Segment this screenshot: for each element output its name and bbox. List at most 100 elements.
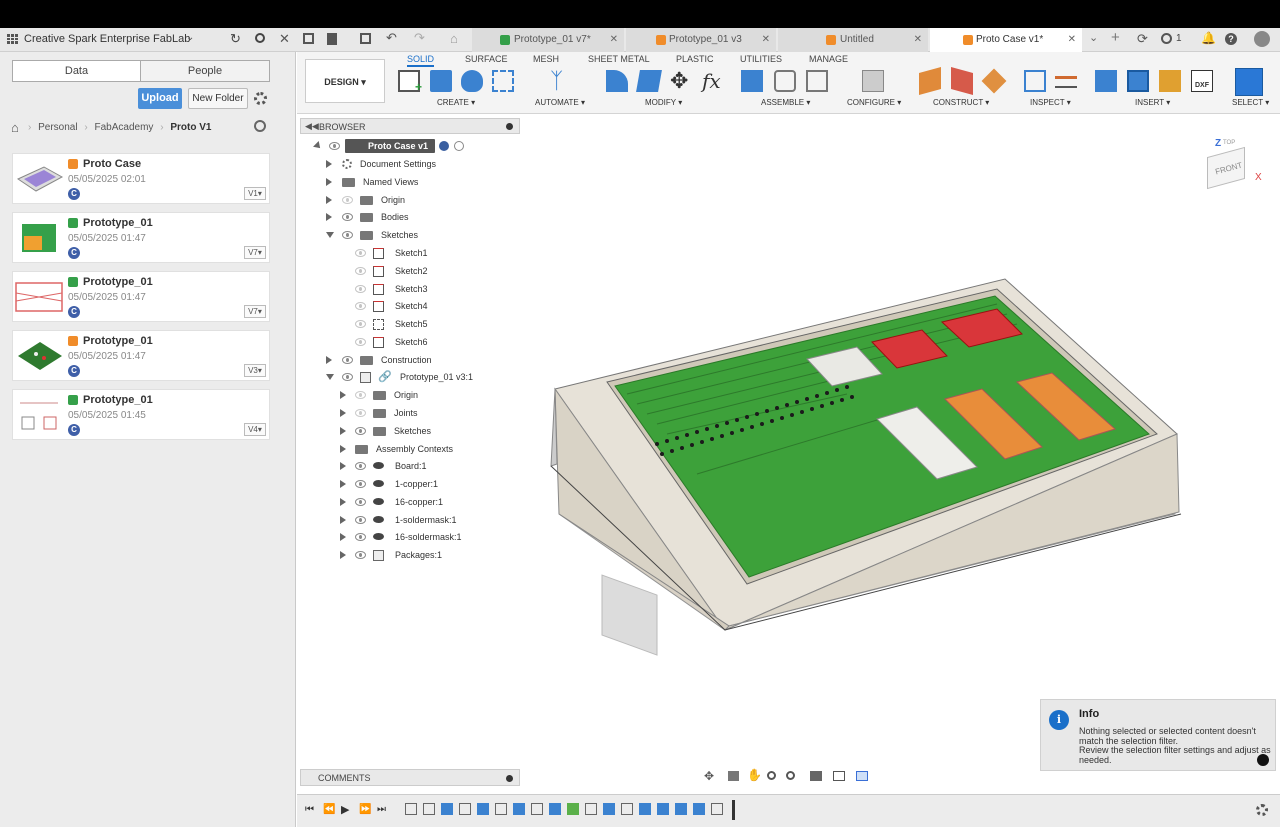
visibility-eye-icon[interactable]: [355, 285, 366, 293]
configure-icon[interactable]: [862, 70, 884, 92]
timeline-feature-icon[interactable]: [675, 803, 687, 815]
home-icon[interactable]: ⌂: [450, 31, 458, 46]
expand-icon[interactable]: [340, 462, 346, 470]
tree-item-origin[interactable]: Origin: [308, 192, 508, 210]
tree-root[interactable]: Proto Case v1: [308, 138, 508, 156]
expand-icon[interactable]: [340, 391, 346, 399]
configure-menu[interactable]: CONFIGURE ▾: [847, 98, 901, 107]
close-tab-icon[interactable]: ✕: [610, 28, 618, 52]
file-menu-icon[interactable]: [327, 33, 337, 45]
visibility-eye-icon[interactable]: [342, 356, 353, 364]
visibility-eye-icon[interactable]: [355, 409, 366, 417]
visibility-eye-icon[interactable]: [355, 462, 366, 470]
timeline-feature-icon[interactable]: [693, 803, 705, 815]
extrude-icon[interactable]: [430, 70, 452, 92]
gear-icon[interactable]: [254, 92, 267, 105]
expand-icon[interactable]: [340, 427, 346, 435]
tree-item-prototype-component[interactable]: 🔗 Prototype_01 v3:1: [308, 369, 508, 387]
tab-mesh[interactable]: MESH: [533, 54, 559, 64]
close-tab-icon[interactable]: ✕: [1068, 28, 1076, 52]
timeline-play-icon[interactable]: ▶: [341, 803, 349, 816]
timeline-feature-icon[interactable]: [603, 803, 615, 815]
visibility-eye-icon[interactable]: [355, 516, 366, 524]
automate-icon[interactable]: ᛉ: [550, 70, 574, 92]
undo-icon[interactable]: ↶: [386, 30, 397, 46]
tree-item-bodies[interactable]: Bodies: [308, 209, 508, 227]
tree-item-sketches[interactable]: Sketches: [308, 227, 508, 245]
timeline-feature-icon[interactable]: [459, 803, 471, 815]
timeline-feature-icon[interactable]: [621, 803, 633, 815]
timeline-prev-icon[interactable]: ⏪: [323, 804, 335, 815]
visibility-eye-icon[interactable]: [355, 267, 366, 275]
timeline-feature-icon[interactable]: [657, 803, 669, 815]
collapse-icon[interactable]: [326, 374, 334, 380]
construct-menu[interactable]: CONSTRUCT ▾: [933, 98, 989, 107]
list-item[interactable]: Prototype_01 05/05/2025 01:47 C V7▾: [12, 212, 270, 263]
timeline-feature-icon[interactable]: [423, 803, 435, 815]
expand-icon[interactable]: [326, 178, 332, 186]
timeline-feature-icon[interactable]: [495, 803, 507, 815]
sync-icon[interactable]: ⟳: [1137, 31, 1148, 47]
viewports-icon[interactable]: [856, 771, 868, 781]
insert-image-icon[interactable]: [1127, 70, 1149, 92]
visibility-eye-icon[interactable]: [355, 391, 366, 399]
insert-dxf-icon[interactable]: DXF: [1191, 70, 1213, 92]
tab-overflow-icon[interactable]: ⌄: [1089, 31, 1098, 44]
expand-icon[interactable]: [340, 516, 346, 524]
select-icon[interactable]: [1235, 68, 1263, 96]
tab-manage[interactable]: MANAGE: [809, 54, 848, 64]
tree-item-16-copper[interactable]: 16-copper:1: [308, 494, 508, 512]
list-item[interactable]: Prototype_01 05/05/2025 01:47 C V7▾: [12, 271, 270, 322]
home-icon[interactable]: ⌂: [11, 120, 19, 135]
revolve-icon[interactable]: [461, 70, 483, 92]
version-select[interactable]: V7▾: [244, 246, 266, 259]
collapse-icon[interactable]: [313, 141, 323, 151]
refresh-icon[interactable]: ↻: [230, 31, 241, 47]
jobs-icon[interactable]: [1161, 33, 1172, 44]
display-settings-icon[interactable]: [810, 771, 822, 781]
comments-panel[interactable]: COMMENTS: [300, 769, 520, 786]
breadcrumb-personal[interactable]: Personal: [38, 122, 77, 133]
timeline-next-icon[interactable]: ⏩: [359, 804, 371, 815]
joint-icon[interactable]: [774, 70, 796, 92]
tab-sheet-metal[interactable]: SHEET METAL: [588, 54, 650, 64]
list-item[interactable]: Prototype_01 05/05/2025 01:45 C V4▾: [12, 389, 270, 440]
info-notification[interactable]: i Info Nothing selected or selected cont…: [1040, 699, 1276, 771]
radio-icon[interactable]: [454, 141, 464, 151]
expand-icon[interactable]: [340, 533, 346, 541]
expand-icon[interactable]: [340, 480, 346, 488]
timeline-feature-icon[interactable]: [477, 803, 489, 815]
pan-icon[interactable]: ✋: [747, 768, 762, 782]
zoom-window-icon[interactable]: [786, 771, 795, 780]
tree-item-assembly-contexts[interactable]: Assembly Contexts: [308, 441, 508, 459]
automate-menu[interactable]: AUTOMATE ▾: [535, 98, 585, 107]
tree-item-sketch6[interactable]: Sketch6: [308, 334, 508, 352]
timeline-end-icon[interactable]: ⏭: [377, 804, 386, 815]
press-pull-icon[interactable]: [636, 70, 662, 92]
tree-item-packages[interactable]: Packages:1: [308, 547, 508, 565]
new-component-icon[interactable]: [741, 70, 763, 92]
timeline-feature-icon[interactable]: [567, 803, 579, 815]
timeline-feature-icon[interactable]: [549, 803, 561, 815]
notification-icon[interactable]: 🔔: [1201, 31, 1216, 45]
tree-item-construction[interactable]: Construction: [308, 352, 508, 370]
tree-item-1-copper[interactable]: 1-copper:1: [308, 476, 508, 494]
collapse-icon[interactable]: [326, 232, 334, 238]
select-menu[interactable]: SELECT ▾: [1232, 98, 1269, 107]
timeline-feature-icon[interactable]: [441, 803, 453, 815]
timeline-feature-icon[interactable]: [405, 803, 417, 815]
tab-people[interactable]: People: [140, 60, 270, 82]
chevron-down-icon[interactable]: ⌄: [186, 32, 194, 43]
apps-icon[interactable]: [303, 33, 314, 44]
visibility-eye-icon[interactable]: [355, 498, 366, 506]
team-name[interactable]: Creative Spark Enterprise FabLab: [24, 33, 190, 45]
close-tab-icon[interactable]: ✕: [762, 28, 770, 52]
visibility-eye-icon[interactable]: [342, 373, 353, 381]
offset-plane-icon[interactable]: [919, 67, 941, 95]
expand-icon[interactable]: [340, 551, 346, 559]
bom-icon[interactable]: [806, 70, 828, 92]
create-menu[interactable]: CREATE ▾: [437, 98, 475, 107]
expand-icon[interactable]: [340, 498, 346, 506]
expand-icon[interactable]: [326, 213, 332, 221]
visibility-eye-icon[interactable]: [355, 533, 366, 541]
